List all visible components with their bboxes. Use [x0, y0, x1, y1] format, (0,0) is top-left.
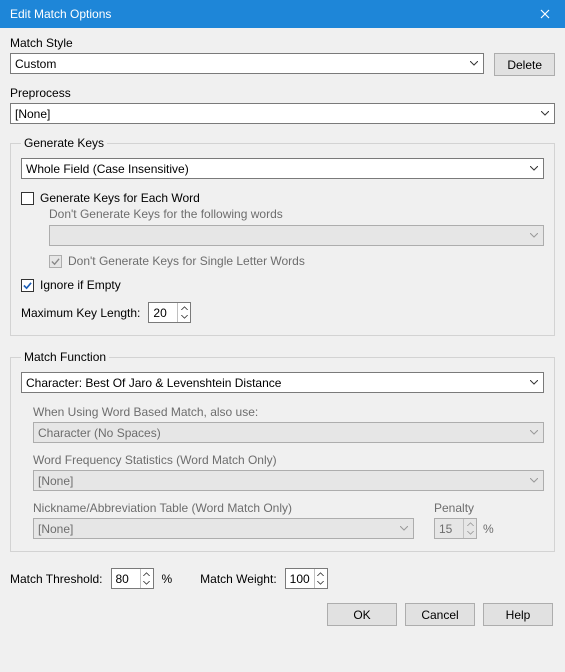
help-button[interactable]: Help	[483, 603, 553, 626]
generate-keys-value: Whole Field (Case Insensitive)	[26, 162, 189, 176]
spinner-down-icon[interactable]	[178, 313, 190, 323]
chevron-down-icon	[528, 163, 540, 175]
preprocess-label: Preprocess	[10, 86, 555, 100]
word-freq-value: [None]	[38, 474, 73, 488]
word-based-value: Character (No Spaces)	[38, 426, 161, 440]
ignore-empty-checkbox[interactable]: Ignore if Empty	[21, 278, 544, 292]
max-key-len-label: Maximum Key Length:	[21, 306, 140, 320]
match-style-value: Custom	[15, 57, 56, 71]
generate-keys-legend: Generate Keys	[21, 136, 107, 150]
generate-keys-combo[interactable]: Whole Field (Case Insensitive)	[21, 158, 544, 179]
max-key-len-spinner[interactable]	[148, 302, 191, 323]
delete-button[interactable]: Delete	[494, 53, 555, 76]
single-letter-checkbox: Don't Generate Keys for Single Letter Wo…	[49, 254, 544, 268]
penalty-spinner	[434, 518, 477, 539]
spinner-up-icon[interactable]	[315, 569, 327, 579]
word-based-combo: Character (No Spaces)	[33, 422, 544, 443]
word-freq-label: Word Frequency Statistics (Word Match On…	[33, 453, 544, 467]
no-gen-words-label: Don't Generate Keys for the following wo…	[49, 207, 544, 221]
match-weight-spinner[interactable]	[285, 568, 328, 589]
single-letter-label: Don't Generate Keys for Single Letter Wo…	[68, 254, 305, 268]
preprocess-value: [None]	[15, 107, 50, 121]
chevron-down-icon	[528, 427, 540, 439]
nickname-label: Nickname/Abbreviation Table (Word Match …	[33, 501, 414, 515]
window-title: Edit Match Options	[10, 7, 111, 21]
spinner-down-icon[interactable]	[141, 579, 153, 589]
dialog-content: Match Style Custom Delete Preprocess [No…	[0, 28, 565, 636]
ok-button[interactable]: OK	[327, 603, 397, 626]
match-threshold-spinner[interactable]	[111, 568, 154, 589]
chevron-down-icon	[539, 108, 551, 120]
nickname-combo: [None]	[33, 518, 414, 539]
chevron-down-icon	[528, 230, 540, 242]
penalty-suffix: %	[483, 522, 494, 536]
dialog-buttons: OK Cancel Help	[10, 603, 555, 626]
spinner-up-icon	[464, 519, 476, 529]
match-weight-label: Match Weight:	[200, 572, 276, 586]
penalty-input	[435, 519, 463, 538]
match-threshold-suffix: %	[162, 572, 173, 586]
match-function-fieldset: Match Function Character: Best Of Jaro &…	[10, 350, 555, 552]
match-style-combo[interactable]: Custom	[10, 53, 484, 74]
cancel-button[interactable]: Cancel	[405, 603, 475, 626]
chevron-down-icon	[528, 475, 540, 487]
match-style-label: Match Style	[10, 36, 555, 50]
checkbox-box	[49, 255, 62, 268]
checkbox-box	[21, 192, 34, 205]
penalty-label: Penalty	[434, 501, 544, 515]
match-weight-input[interactable]	[286, 569, 314, 588]
chevron-down-icon	[528, 377, 540, 389]
preprocess-combo[interactable]: [None]	[10, 103, 555, 124]
no-gen-words-combo	[49, 225, 544, 246]
spinner-up-icon[interactable]	[141, 569, 153, 579]
match-function-legend: Match Function	[21, 350, 109, 364]
checkbox-box	[21, 279, 34, 292]
nickname-value: [None]	[38, 522, 73, 536]
spinner-up-icon[interactable]	[178, 303, 190, 313]
match-threshold-label: Match Threshold:	[10, 572, 103, 586]
ignore-empty-label: Ignore if Empty	[40, 278, 121, 292]
titlebar: Edit Match Options	[0, 0, 565, 28]
max-key-len-input[interactable]	[149, 303, 177, 322]
generate-keys-fieldset: Generate Keys Whole Field (Case Insensit…	[10, 136, 555, 336]
match-function-combo[interactable]: Character: Best Of Jaro & Levenshtein Di…	[21, 372, 544, 393]
word-based-label: When Using Word Based Match, also use:	[33, 405, 544, 419]
each-word-checkbox[interactable]: Generate Keys for Each Word	[21, 191, 544, 205]
close-icon[interactable]	[533, 2, 557, 26]
match-function-value: Character: Best Of Jaro & Levenshtein Di…	[26, 376, 281, 390]
spinner-down-icon	[464, 529, 476, 539]
match-threshold-input[interactable]	[112, 569, 140, 588]
word-freq-combo: [None]	[33, 470, 544, 491]
spinner-down-icon[interactable]	[315, 579, 327, 589]
chevron-down-icon	[398, 523, 410, 535]
chevron-down-icon	[468, 58, 480, 70]
each-word-label: Generate Keys for Each Word	[40, 191, 200, 205]
